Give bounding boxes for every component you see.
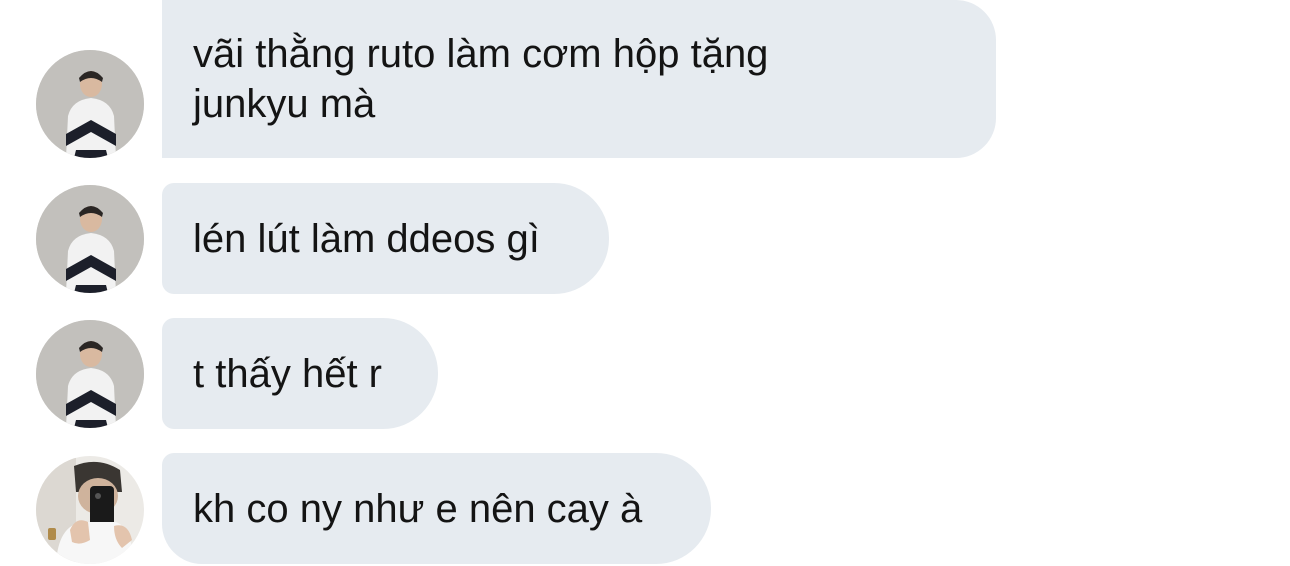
message-bubble[interactable]: t thấy hết r: [162, 318, 438, 429]
message-bubble[interactable]: vãi thằng ruto làm cơm hộp tặng junkyu m…: [162, 0, 996, 158]
message-text: t thấy hết r: [193, 351, 382, 396]
person-photo-icon: [36, 185, 144, 293]
message-text: kh co ny như e nên cay à: [193, 486, 643, 531]
message-bubble[interactable]: kh co ny như e nên cay à: [162, 453, 711, 564]
mirror-selfie-photo-icon: [36, 456, 144, 564]
message-bubble[interactable]: lén lút làm ddeos gì: [162, 183, 609, 294]
avatar[interactable]: [36, 456, 144, 564]
message-text: lén lút làm ddeos gì: [193, 216, 540, 261]
avatar[interactable]: [36, 185, 144, 293]
avatar[interactable]: [36, 320, 144, 428]
avatar[interactable]: [36, 50, 144, 158]
person-photo-icon: [36, 320, 144, 428]
person-photo-icon: [36, 50, 144, 158]
message-text: vãi thằng ruto làm cơm hộp tặng junkyu m…: [193, 32, 769, 126]
